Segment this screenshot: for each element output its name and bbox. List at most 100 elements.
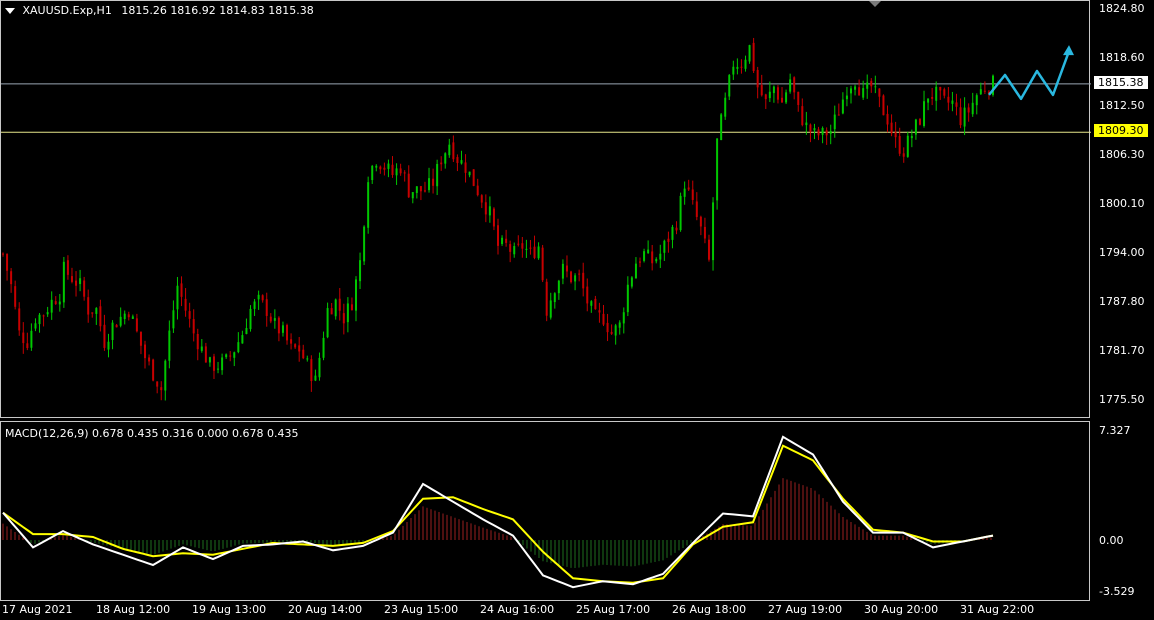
candle-body bbox=[156, 381, 159, 387]
candle-body bbox=[62, 261, 65, 303]
candle-body bbox=[204, 346, 207, 363]
candle-body bbox=[785, 92, 788, 103]
candle-body bbox=[618, 322, 621, 328]
candle-body bbox=[115, 324, 118, 328]
candles bbox=[2, 37, 994, 401]
candle-body bbox=[249, 308, 252, 330]
signal-line bbox=[2, 444, 994, 584]
candle-body bbox=[164, 360, 167, 391]
candle-body bbox=[294, 344, 297, 348]
shift-marker-icon[interactable] bbox=[869, 1, 881, 7]
candle-body bbox=[22, 332, 25, 344]
price-chart[interactable] bbox=[1, 1, 1091, 419]
candle-body bbox=[703, 226, 706, 239]
candle-body bbox=[444, 153, 447, 164]
candle-body bbox=[322, 337, 325, 358]
candle-body bbox=[553, 293, 556, 303]
candle-body bbox=[833, 114, 836, 130]
candle-body bbox=[107, 341, 110, 350]
candle-body bbox=[630, 277, 633, 287]
candle-body bbox=[525, 248, 528, 250]
price-tick: 1794.00 bbox=[1099, 246, 1145, 259]
candle-body bbox=[549, 300, 552, 318]
candle-body bbox=[570, 271, 573, 283]
candle-body bbox=[663, 240, 666, 253]
candle-body bbox=[423, 190, 426, 192]
forecast-path bbox=[988, 50, 1071, 101]
candle-body bbox=[923, 101, 926, 126]
candle-body bbox=[229, 355, 232, 357]
price-chart-panel[interactable]: XAUUSD.Exp,H1 1815.26 1816.92 1814.83 18… bbox=[0, 0, 1091, 419]
candle-body bbox=[196, 333, 199, 350]
candle-body bbox=[598, 310, 601, 313]
date-tick: 18 Aug 12:00 bbox=[96, 603, 171, 616]
candle-body bbox=[565, 265, 568, 272]
candle-body bbox=[448, 144, 451, 156]
candle-body bbox=[261, 295, 264, 301]
candle-body bbox=[488, 206, 491, 216]
candle-body bbox=[626, 284, 629, 313]
candle-body bbox=[845, 95, 848, 100]
candle-body bbox=[306, 358, 309, 360]
candle-body bbox=[602, 313, 605, 325]
candle-body bbox=[529, 247, 532, 249]
candle-body bbox=[253, 301, 256, 309]
candle-body bbox=[383, 167, 386, 170]
candle-body bbox=[338, 298, 341, 311]
candle-body bbox=[610, 331, 613, 334]
candle-body bbox=[675, 227, 678, 231]
candle-body bbox=[501, 237, 504, 244]
candle-body bbox=[639, 261, 642, 263]
candle-body bbox=[614, 325, 617, 336]
candle-body bbox=[432, 178, 435, 186]
candle-body bbox=[497, 225, 499, 246]
candle-body bbox=[123, 313, 126, 319]
candle-body bbox=[890, 122, 893, 134]
candle-body bbox=[38, 314, 41, 325]
candle-body bbox=[849, 88, 852, 94]
date-tick: 27 Aug 19:00 bbox=[768, 603, 843, 616]
candle-body bbox=[505, 238, 508, 243]
candle-body bbox=[460, 160, 463, 164]
candle-body bbox=[391, 164, 394, 176]
candle-body bbox=[419, 186, 422, 192]
candle-body bbox=[659, 253, 662, 260]
candle-body bbox=[326, 308, 329, 338]
candle-body bbox=[781, 97, 784, 103]
candle-body bbox=[764, 94, 767, 100]
candle-body bbox=[180, 283, 183, 297]
candle-body bbox=[837, 114, 840, 116]
candle-body bbox=[983, 90, 986, 92]
candle-body bbox=[931, 96, 934, 99]
date-tick: 26 Aug 18:00 bbox=[672, 603, 747, 616]
macd-panel[interactable]: MACD(12,26,9) 0.678 0.435 0.316 0.000 0.… bbox=[0, 421, 1090, 601]
candle-body bbox=[561, 263, 564, 279]
candle-body bbox=[724, 97, 727, 117]
candle-body bbox=[574, 275, 577, 282]
candle-body bbox=[898, 136, 901, 154]
candle-body bbox=[870, 80, 873, 87]
candle-body bbox=[829, 131, 832, 134]
candle-body bbox=[452, 142, 455, 160]
macd-chart[interactable] bbox=[1, 422, 1091, 602]
candle-body bbox=[517, 243, 520, 245]
candle-body bbox=[200, 346, 203, 351]
macd-histogram bbox=[2, 478, 992, 569]
candle-body bbox=[103, 324, 106, 348]
candle-body bbox=[862, 88, 865, 98]
candle-body bbox=[350, 304, 353, 311]
current-price-label: 1815.38 bbox=[1094, 76, 1148, 89]
candle-body bbox=[99, 306, 102, 327]
candle-body bbox=[509, 244, 512, 252]
candle-body bbox=[277, 317, 280, 334]
dropdown-triangle-icon[interactable] bbox=[5, 8, 15, 14]
candle-body bbox=[46, 312, 49, 315]
candle-body bbox=[590, 301, 593, 306]
candle-body bbox=[95, 308, 98, 314]
candle-body bbox=[34, 323, 37, 329]
candle-body bbox=[468, 171, 471, 176]
candle-body bbox=[492, 208, 495, 227]
macd-line bbox=[2, 435, 994, 589]
candle-body bbox=[436, 163, 439, 187]
candle-body bbox=[740, 66, 743, 68]
